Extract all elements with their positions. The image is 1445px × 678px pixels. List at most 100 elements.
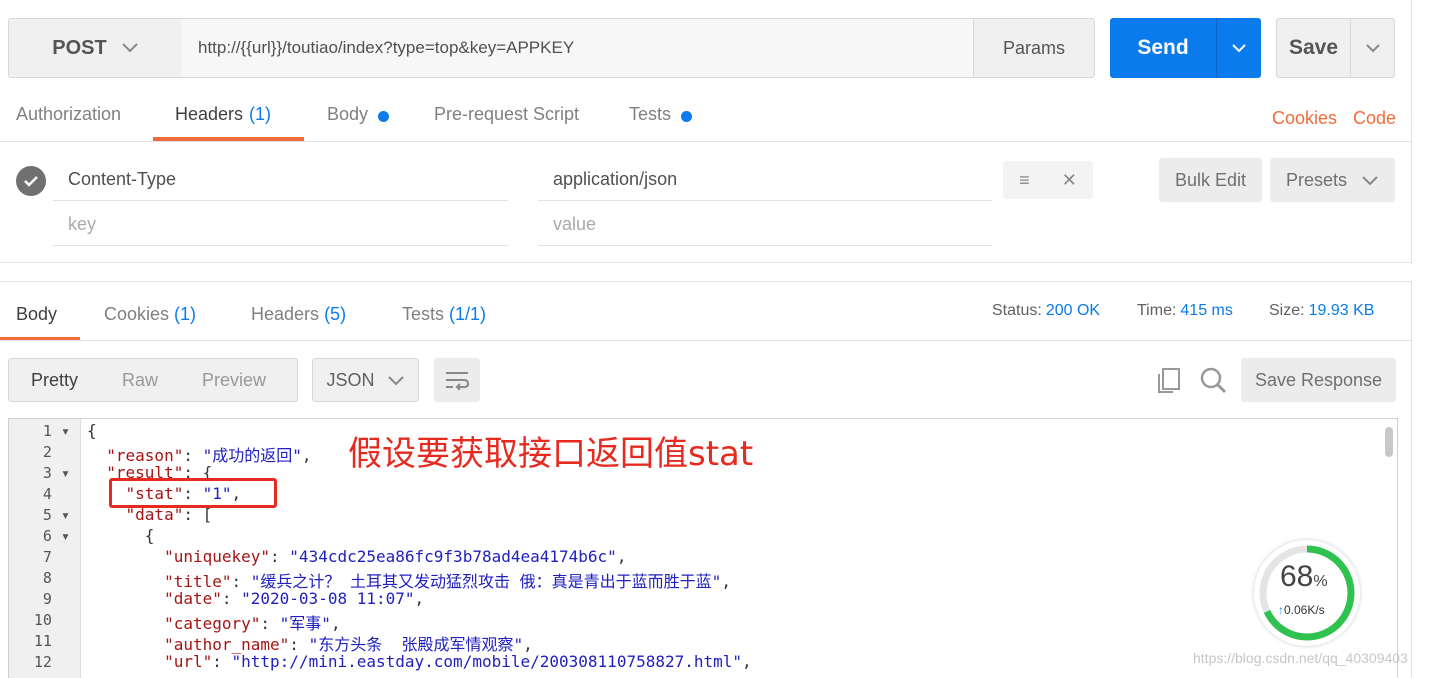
line-number: 4	[42, 485, 70, 503]
wrap-lines-icon	[446, 372, 470, 390]
line-number: 2	[42, 443, 70, 461]
indicator-dot-icon	[378, 111, 390, 122]
tab-prerequest-script[interactable]: Pre-request Script	[434, 104, 579, 140]
tab-tests[interactable]: Tests	[629, 104, 693, 140]
header-key-field[interactable]: Content-Type	[53, 159, 508, 201]
save-dropdown-button[interactable]	[1350, 18, 1395, 78]
response-tab-tests[interactable]: Tests (1/1)	[402, 304, 486, 325]
preview-button[interactable]: Preview	[180, 370, 288, 391]
key-placeholder: key	[68, 214, 97, 234]
value-placeholder: value	[553, 214, 597, 234]
send-button[interactable]: Send	[1110, 18, 1216, 78]
params-button[interactable]: Params	[973, 18, 1095, 78]
line-number: 7	[42, 548, 70, 566]
tab-label: Body	[16, 304, 58, 324]
header-value-field[interactable]: application/json	[538, 159, 992, 201]
tab-count: (5)	[324, 304, 347, 324]
chevron-down-icon	[1362, 175, 1378, 185]
bulk-edit-button[interactable]: Bulk Edit	[1159, 158, 1262, 202]
line-number: 3 ▾	[42, 464, 70, 482]
response-tab-cookies[interactable]: Cookies (1)	[104, 304, 196, 325]
pretty-button[interactable]: Pretty	[9, 370, 100, 391]
time-label: Time:	[1137, 302, 1177, 319]
search-icon[interactable]	[1199, 366, 1227, 394]
code-line: "uniquekey": "434cdc25ea86fc9f3b78ad4ea4…	[164, 547, 627, 566]
response-tab-body[interactable]: Body	[16, 304, 57, 325]
tab-label: Body	[327, 104, 369, 124]
chevron-down-icon	[1365, 44, 1380, 53]
indicator-dot-icon	[681, 111, 693, 122]
size-readout: Size: 19.93 KB	[1269, 302, 1374, 320]
line-number: 6 ▾	[42, 527, 70, 545]
code-line: "date": "2020-03-08 11:07",	[164, 589, 425, 608]
code-line: {	[87, 421, 97, 440]
tab-headers[interactable]: Headers (1)	[175, 104, 271, 140]
view-mode-group: Pretty Raw Preview	[8, 358, 298, 402]
tab-body[interactable]: Body	[327, 104, 390, 140]
presets-label: Presets	[1285, 169, 1348, 190]
line-number: 9	[42, 590, 70, 608]
status-label: Status:	[992, 302, 1042, 319]
tab-label: Tests	[402, 304, 445, 324]
line-number-gutter: 1 ▾ 2 3 ▾ 4 5 ▾ 6 ▾ 7 8 9 10 11 12	[9, 419, 81, 678]
code-line: "url": "http://mini.eastday.com/mobile/2…	[164, 652, 752, 671]
scrollbar-thumb[interactable]	[1385, 427, 1393, 457]
header-enabled-checkbox[interactable]	[16, 166, 46, 196]
tab-label: Headers	[175, 104, 244, 124]
send-dropdown-button[interactable]	[1216, 18, 1261, 78]
url-text: http://{{url}}/toutiao/index?type=top&ke…	[198, 38, 575, 57]
tab-count: (1)	[174, 304, 197, 324]
new-key-field[interactable]: key	[53, 204, 508, 246]
method-select[interactable]: POST	[8, 18, 183, 78]
watermark: https://blog.csdn.net/qq_40309403	[1193, 650, 1408, 666]
wrap-lines-button[interactable]	[434, 358, 480, 402]
line-number: 5 ▾	[42, 506, 70, 524]
method-label: POST	[52, 36, 107, 59]
new-value-field[interactable]: value	[538, 204, 992, 246]
tab-label: Authorization	[16, 104, 122, 124]
code-link[interactable]: Code	[1353, 108, 1396, 129]
divider	[0, 281, 1411, 282]
line-number: 1 ▾	[42, 422, 70, 440]
save-button[interactable]: Save	[1276, 18, 1351, 78]
cookies-link[interactable]: Cookies	[1272, 108, 1337, 129]
presets-button[interactable]: Presets	[1270, 158, 1395, 202]
divider	[1411, 281, 1412, 678]
tab-count: (1)	[249, 104, 272, 124]
size-value: 19.93 KB	[1308, 302, 1375, 319]
drag-handle-icon[interactable]: ≡	[1019, 170, 1030, 191]
copy-icon[interactable]	[1155, 366, 1183, 394]
format-label: JSON	[326, 369, 375, 390]
annotation-text: 假设要获取接口返回值stat	[348, 434, 754, 474]
tab-label: Tests	[629, 104, 672, 124]
chevron-down-icon	[1232, 44, 1246, 53]
save-response-button[interactable]: Save Response	[1241, 358, 1396, 402]
tab-label: Pre-request Script	[434, 104, 580, 124]
header-value-text: application/json	[553, 169, 678, 189]
speed-percent-sign: %	[1313, 573, 1328, 590]
divider	[0, 262, 1411, 263]
speed-percent-value: 68	[1280, 560, 1314, 593]
row-actions: ≡ ✕	[1003, 161, 1093, 199]
format-select[interactable]: JSON	[312, 358, 419, 402]
tab-authorization[interactable]: Authorization	[16, 104, 121, 140]
url-input[interactable]: http://{{url}}/toutiao/index?type=top&ke…	[182, 18, 974, 78]
divider	[1411, 0, 1412, 264]
annotation-highlight-box	[109, 478, 277, 508]
close-icon[interactable]: ✕	[1062, 170, 1077, 191]
chevron-down-icon	[387, 375, 404, 385]
line-number: 11	[33, 632, 70, 650]
tab-label: Headers	[251, 304, 320, 324]
time-value: 415 ms	[1180, 302, 1233, 319]
status-value: 200 OK	[1045, 302, 1101, 319]
tab-count: (1/1)	[449, 304, 487, 324]
code-line: {	[144, 526, 155, 545]
speed-rate: ↑0.06K/s	[1278, 603, 1325, 617]
divider	[0, 340, 1411, 341]
header-key-text: Content-Type	[68, 169, 177, 189]
size-label: Size:	[1269, 302, 1305, 319]
speed-percent: 68%	[1280, 560, 1328, 594]
raw-button[interactable]: Raw	[100, 370, 180, 391]
response-tab-headers[interactable]: Headers (5)	[251, 304, 346, 325]
line-number: 8	[42, 569, 70, 587]
